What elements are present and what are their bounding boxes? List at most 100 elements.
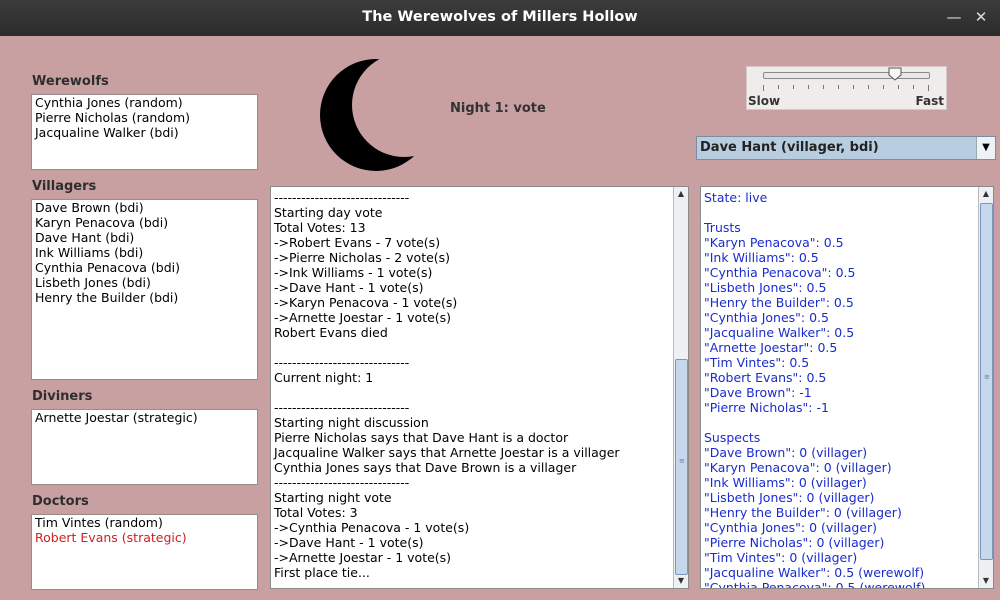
player-list-item[interactable]: Robert Evans (strategic)	[32, 530, 257, 545]
log-line: First place tie...	[274, 565, 370, 580]
state-line: "Henry the Builder": 0 (villager)	[704, 505, 902, 520]
grip-icon: ≡	[984, 373, 990, 381]
player-list-item[interactable]: Dave Hant (bdi)	[32, 230, 257, 245]
player-list-item[interactable]: Tim Vintes (random)	[32, 515, 257, 530]
player-list-item[interactable]: Pierre Nicholas (random)	[32, 110, 257, 125]
log-line: Starting night discussion	[274, 415, 429, 430]
slider-track[interactable]	[763, 72, 930, 79]
villagers-label: Villagers	[32, 179, 97, 194]
slow-label: Slow	[748, 94, 781, 108]
log-line: Robert Evans died	[274, 325, 388, 340]
werewolfs-list[interactable]: Cynthia Jones (random) Pierre Nicholas (r…	[31, 94, 258, 170]
diviners-list[interactable]: Arnette Joestar (strategic)	[31, 409, 258, 485]
state-line: "Lisbeth Jones": 0 (villager)	[704, 490, 875, 505]
crescent-moon-icon	[320, 59, 432, 171]
slider-ticks	[763, 85, 929, 91]
slider-tick	[838, 85, 839, 89]
state-line: "Ink Williams": 0 (villager)	[704, 475, 867, 490]
log-line: ------------------------------	[274, 475, 410, 490]
log-line: ->Karyn Penacova - 1 vote(s)	[274, 295, 458, 310]
slider-tick	[763, 85, 764, 91]
player-list-item[interactable]: Henry the Builder (bdi)	[32, 290, 257, 305]
slider-thumb[interactable]	[888, 67, 902, 81]
log-line: ->Ink Williams - 1 vote(s)	[274, 265, 433, 280]
player-list-item[interactable]: Arnette Joestar (strategic)	[32, 410, 257, 425]
state-line: State: live	[704, 190, 768, 205]
log-line: ->Dave Hant - 1 vote(s)	[274, 280, 424, 295]
minimize-icon[interactable]: —	[945, 8, 963, 26]
diviners-label: Diviners	[32, 389, 93, 404]
state-line: "Tim Vintes": 0 (villager)	[704, 550, 858, 565]
state-line: "Tim Vintes": 0.5	[704, 355, 810, 370]
player-list-item[interactable]: Cynthia Jones (random)	[32, 95, 257, 110]
fast-label: Fast	[915, 94, 944, 108]
slider-tick	[853, 85, 854, 89]
speed-slider[interactable]: Slow Fast	[746, 66, 947, 110]
state-line: Suspects	[704, 430, 761, 445]
log-line: ->Arnette Joestar - 1 vote(s)	[274, 550, 452, 565]
log-line: ->Cynthia Penacova - 1 vote(s)	[274, 520, 470, 535]
player-list-item[interactable]: Ink Williams (bdi)	[32, 245, 257, 260]
log-line: ------------------------------	[274, 400, 410, 415]
state-scrollbar[interactable]: ▲ ≡ ▼	[978, 187, 993, 588]
state-line: "Pierre Nicholas": -1	[704, 400, 829, 415]
slider-tick	[868, 85, 869, 89]
log-line: ->Arnette Joestar - 1 vote(s)	[274, 310, 452, 325]
state-line: "Arnette Joestar": 0.5	[704, 340, 838, 355]
window-title: The Werewolves of Millers Hollow	[362, 9, 638, 25]
player-list-item[interactable]: Dave Brown (bdi)	[32, 200, 257, 215]
log-line: ------------------------------	[274, 355, 410, 370]
state-line: "Cynthia Penacova": 0.5	[704, 265, 856, 280]
player-select[interactable]: Dave Hant (villager, bdi) ▼	[696, 136, 996, 160]
state-line: "Lisbeth Jones": 0.5	[704, 280, 827, 295]
chevron-down-icon[interactable]: ▼	[976, 137, 995, 159]
slider-tick	[808, 85, 809, 89]
player-list-item[interactable]: Jacqualine Walker (bdi)	[32, 125, 257, 140]
log-line: ->Robert Evans - 7 vote(s)	[274, 235, 441, 250]
slider-tick	[928, 85, 929, 91]
villagers-list[interactable]: Dave Brown (bdi) Karyn Penacova (bdi) Dave…	[31, 199, 258, 380]
log-line: ->Dave Hant - 1 vote(s)	[274, 535, 424, 550]
slider-tick	[823, 85, 824, 89]
state-line	[704, 205, 993, 220]
scroll-up-icon[interactable]: ▲	[979, 187, 993, 201]
log-line: Starting day vote	[274, 205, 383, 220]
grip-icon: ≡	[679, 457, 685, 465]
scroll-down-icon[interactable]: ▼	[979, 574, 993, 588]
state-line: "Ink Williams": 0.5	[704, 250, 819, 265]
player-list-item[interactable]: Cynthia Penacova (bdi)	[32, 260, 257, 275]
scroll-thumb[interactable]: ≡	[675, 359, 688, 575]
state-line: "Pierre Nicholas": 0 (villager)	[704, 535, 885, 550]
state-line: "Cynthia Jones": 0 (villager)	[704, 520, 878, 535]
log-line: ->Pierre Nicholas - 2 vote(s)	[274, 250, 451, 265]
state-line: "Henry the Builder": 0.5	[704, 295, 854, 310]
player-state-content: State: live Trusts "Karyn Penacova": 0.5 "…	[701, 187, 993, 588]
doctors-label: Doctors	[32, 494, 89, 509]
doctors-list[interactable]: Tim Vintes (random) Robert Evans (strateg…	[31, 514, 258, 590]
player-list-item[interactable]: Karyn Penacova (bdi)	[32, 215, 257, 230]
scroll-thumb[interactable]: ≡	[980, 203, 993, 560]
state-line: "Karyn Penacova": 0 (villager)	[704, 460, 892, 475]
player-list-item[interactable]: Lisbeth Jones (bdi)	[32, 275, 257, 290]
scroll-up-icon[interactable]: ▲	[674, 187, 688, 201]
window-titlebar: The Werewolves of Millers Hollow — ✕	[0, 0, 1000, 36]
game-log-content: ------------------------------ Starting d…	[271, 187, 688, 580]
player-state-panel[interactable]: State: live Trusts "Karyn Penacova": 0.5 "…	[700, 186, 994, 589]
game-log[interactable]: ------------------------------ Starting d…	[270, 186, 689, 589]
log-line: Current night: 1	[274, 370, 374, 385]
player-select-value: Dave Hant (villager, bdi)	[700, 140, 879, 155]
slider-tick	[793, 85, 794, 89]
scroll-down-icon[interactable]: ▼	[674, 574, 688, 588]
slider-tick	[778, 85, 779, 89]
log-line: Cynthia Jones says that Dave Brown is a …	[274, 460, 577, 475]
log-scrollbar[interactable]: ▲ ≡ ▼	[673, 187, 688, 588]
close-icon[interactable]: ✕	[972, 8, 990, 26]
state-line: Trusts	[704, 220, 741, 235]
state-line: "Jacqualine Walker": 0.5	[704, 325, 855, 340]
log-line: Total Votes: 3	[274, 505, 358, 520]
slider-tick	[898, 85, 899, 89]
log-line: Pierre Nicholas says that Dave Hant is a…	[274, 430, 569, 445]
log-line: Jacqualine Walker says that Arnette Joes…	[274, 445, 620, 460]
